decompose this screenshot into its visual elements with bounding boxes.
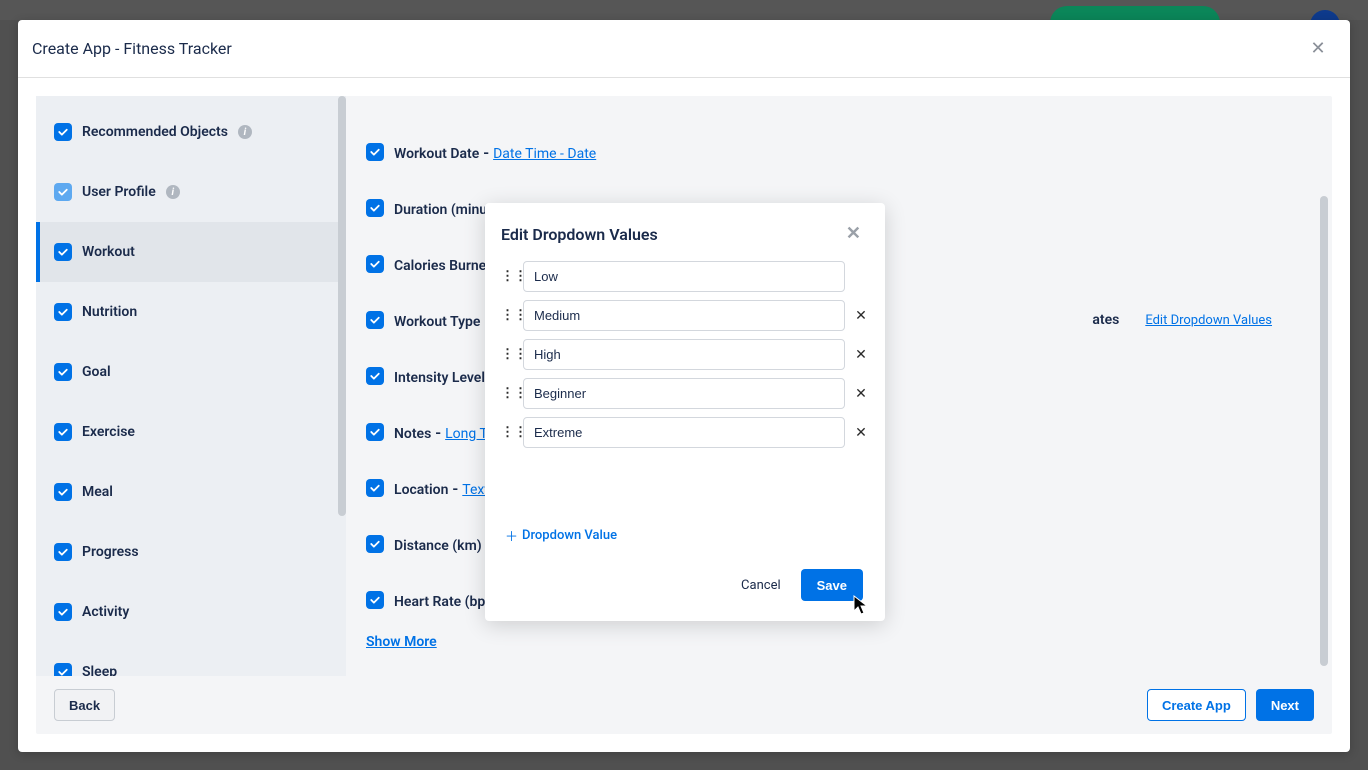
field-label: Heart Rate (bpm: [394, 594, 497, 610]
field-label: Distance (km): [394, 538, 482, 554]
sidebar-item-label: Exercise: [82, 424, 135, 440]
sidebar-item-sleep[interactable]: Sleep: [36, 642, 346, 676]
drag-handle-icon[interactable]: ⋮⋮: [501, 428, 515, 437]
info-icon[interactable]: i: [238, 125, 252, 139]
sidebar-scrollbar[interactable]: [338, 96, 346, 516]
drag-handle-icon[interactable]: ⋮⋮: [501, 350, 515, 359]
footer: Back Create App Next: [36, 676, 1332, 734]
add-dropdown-label: Dropdown Value: [522, 528, 617, 543]
back-button[interactable]: Back: [54, 689, 115, 721]
info-icon[interactable]: i: [166, 185, 180, 199]
sidebar-item-exercise[interactable]: Exercise: [36, 402, 346, 462]
dropdown-value-row: ⋮⋮✕: [501, 259, 869, 294]
field-trailing-text: ates: [1092, 312, 1119, 328]
checkbox-icon[interactable]: [54, 423, 72, 441]
checkbox-icon[interactable]: [54, 303, 72, 321]
checkbox-icon[interactable]: [366, 591, 384, 609]
checkbox-icon[interactable]: [366, 311, 384, 329]
dropdown-modal-header: Edit Dropdown Values ✕: [485, 203, 885, 259]
drag-handle-icon[interactable]: ⋮⋮: [501, 389, 515, 398]
sidebar-item-workout[interactable]: Workout: [36, 222, 346, 282]
checkbox-icon[interactable]: [366, 535, 384, 553]
sidebar-item-nutrition[interactable]: Nutrition: [36, 282, 346, 342]
checkbox-icon[interactable]: [54, 603, 72, 621]
field-row: Workout Date - Date Time - Date: [366, 124, 1312, 180]
drag-handle-icon[interactable]: ⋮⋮: [501, 272, 515, 281]
checkbox-icon[interactable]: [54, 363, 72, 381]
dropdown-value-input[interactable]: [523, 339, 845, 370]
close-icon[interactable]: ✕: [1306, 37, 1330, 61]
dropdown-value-row: ⋮⋮ ✕: [501, 376, 869, 411]
sidebar-item-label: User Profile: [82, 184, 156, 200]
sidebar-item-label: Workout: [82, 244, 135, 260]
modal-header: Create App - Fitness Tracker ✕: [18, 20, 1350, 78]
sidebar-item-progress[interactable]: Progress: [36, 522, 346, 582]
dropdown-value-input[interactable]: [523, 378, 845, 409]
drag-handle-icon[interactable]: ⋮⋮: [501, 311, 515, 320]
dropdown-modal-footer: Cancel Save: [485, 555, 885, 621]
dropdown-value-row: ⋮⋮ ✕: [501, 298, 869, 333]
sidebar: Recommended Objects i User Profile i Workout…: [36, 96, 346, 676]
sidebar-item-label: Goal: [82, 364, 111, 380]
field-label: Workout Date: [394, 146, 479, 162]
field-label: Workout Type: [394, 314, 480, 330]
sidebar-item-recommended-objects[interactable]: Recommended Objects i: [36, 102, 346, 162]
checkbox-icon[interactable]: [54, 183, 72, 201]
checkbox-icon[interactable]: [54, 243, 72, 261]
checkbox-icon[interactable]: [54, 483, 72, 501]
sidebar-item-label: Activity: [82, 604, 129, 620]
dropdown-values-list: ⋮⋮✕⋮⋮✕⋮⋮✕⋮⋮✕⋮⋮✕: [485, 259, 885, 454]
checkbox-icon[interactable]: [366, 479, 384, 497]
dropdown-value-input[interactable]: [523, 300, 845, 331]
field-label: Location: [394, 482, 448, 498]
field-label: Notes: [394, 426, 431, 442]
content-scrollbar[interactable]: [1320, 196, 1328, 666]
close-icon[interactable]: ✕: [844, 223, 863, 245]
show-more-link[interactable]: Show More: [366, 634, 437, 650]
background-topbar: [0, 0, 1368, 20]
sidebar-item-label: Meal: [82, 484, 113, 500]
cancel-button[interactable]: Cancel: [741, 578, 781, 593]
sidebar-item-label: Sleep: [82, 664, 117, 676]
checkbox-icon[interactable]: [366, 367, 384, 385]
dropdown-modal-title: Edit Dropdown Values: [501, 225, 658, 244]
checkbox-icon[interactable]: [366, 199, 384, 217]
sidebar-item-user-profile[interactable]: User Profile i: [36, 162, 346, 222]
sidebar-item-label: Progress: [82, 544, 139, 560]
sidebar-item-label: Nutrition: [82, 304, 137, 320]
remove-icon[interactable]: ✕: [853, 425, 869, 441]
checkbox-icon[interactable]: [54, 543, 72, 561]
checkbox-icon[interactable]: [54, 123, 72, 141]
remove-icon[interactable]: ✕: [853, 386, 869, 402]
remove-icon[interactable]: ✕: [853, 347, 869, 363]
sidebar-item-goal[interactable]: Goal: [36, 342, 346, 402]
save-button[interactable]: Save: [801, 569, 863, 601]
checkbox-icon[interactable]: [366, 255, 384, 273]
sidebar-item-activity[interactable]: Activity: [36, 582, 346, 642]
add-dropdown-value[interactable]: ＋ Dropdown Value: [485, 520, 885, 555]
checkbox-icon[interactable]: [54, 663, 72, 676]
plus-icon: ＋: [505, 526, 518, 545]
dropdown-value-row: ⋮⋮ ✕: [501, 337, 869, 372]
modal-title: Create App - Fitness Tracker: [32, 39, 232, 58]
field-type-link[interactable]: Date Time - Date: [493, 146, 596, 162]
field-label: Calories Burned: [394, 258, 494, 274]
sidebar-item-meal[interactable]: Meal: [36, 462, 346, 522]
remove-icon[interactable]: ✕: [853, 308, 869, 324]
dropdown-value-row: ⋮⋮ ✕: [501, 415, 869, 450]
edit-dropdown-modal: Edit Dropdown Values ✕ ⋮⋮ ✕ ⋮⋮ ✕ ⋮⋮ ✕ ⋮⋮ ✕ ⋮⋮ ✕ ＋…: [485, 203, 885, 621]
edit-dropdown-values-link[interactable]: Edit Dropdown Values: [1145, 313, 1272, 328]
dropdown-value-input[interactable]: [523, 417, 845, 448]
next-button[interactable]: Next: [1256, 689, 1314, 721]
sidebar-item-label: Recommended Objects: [82, 124, 228, 140]
dropdown-value-input[interactable]: [523, 261, 845, 292]
field-label: Intensity Level: [394, 370, 485, 386]
create-app-button[interactable]: Create App: [1147, 689, 1246, 721]
checkbox-icon[interactable]: [366, 423, 384, 441]
checkbox-icon[interactable]: [366, 143, 384, 161]
